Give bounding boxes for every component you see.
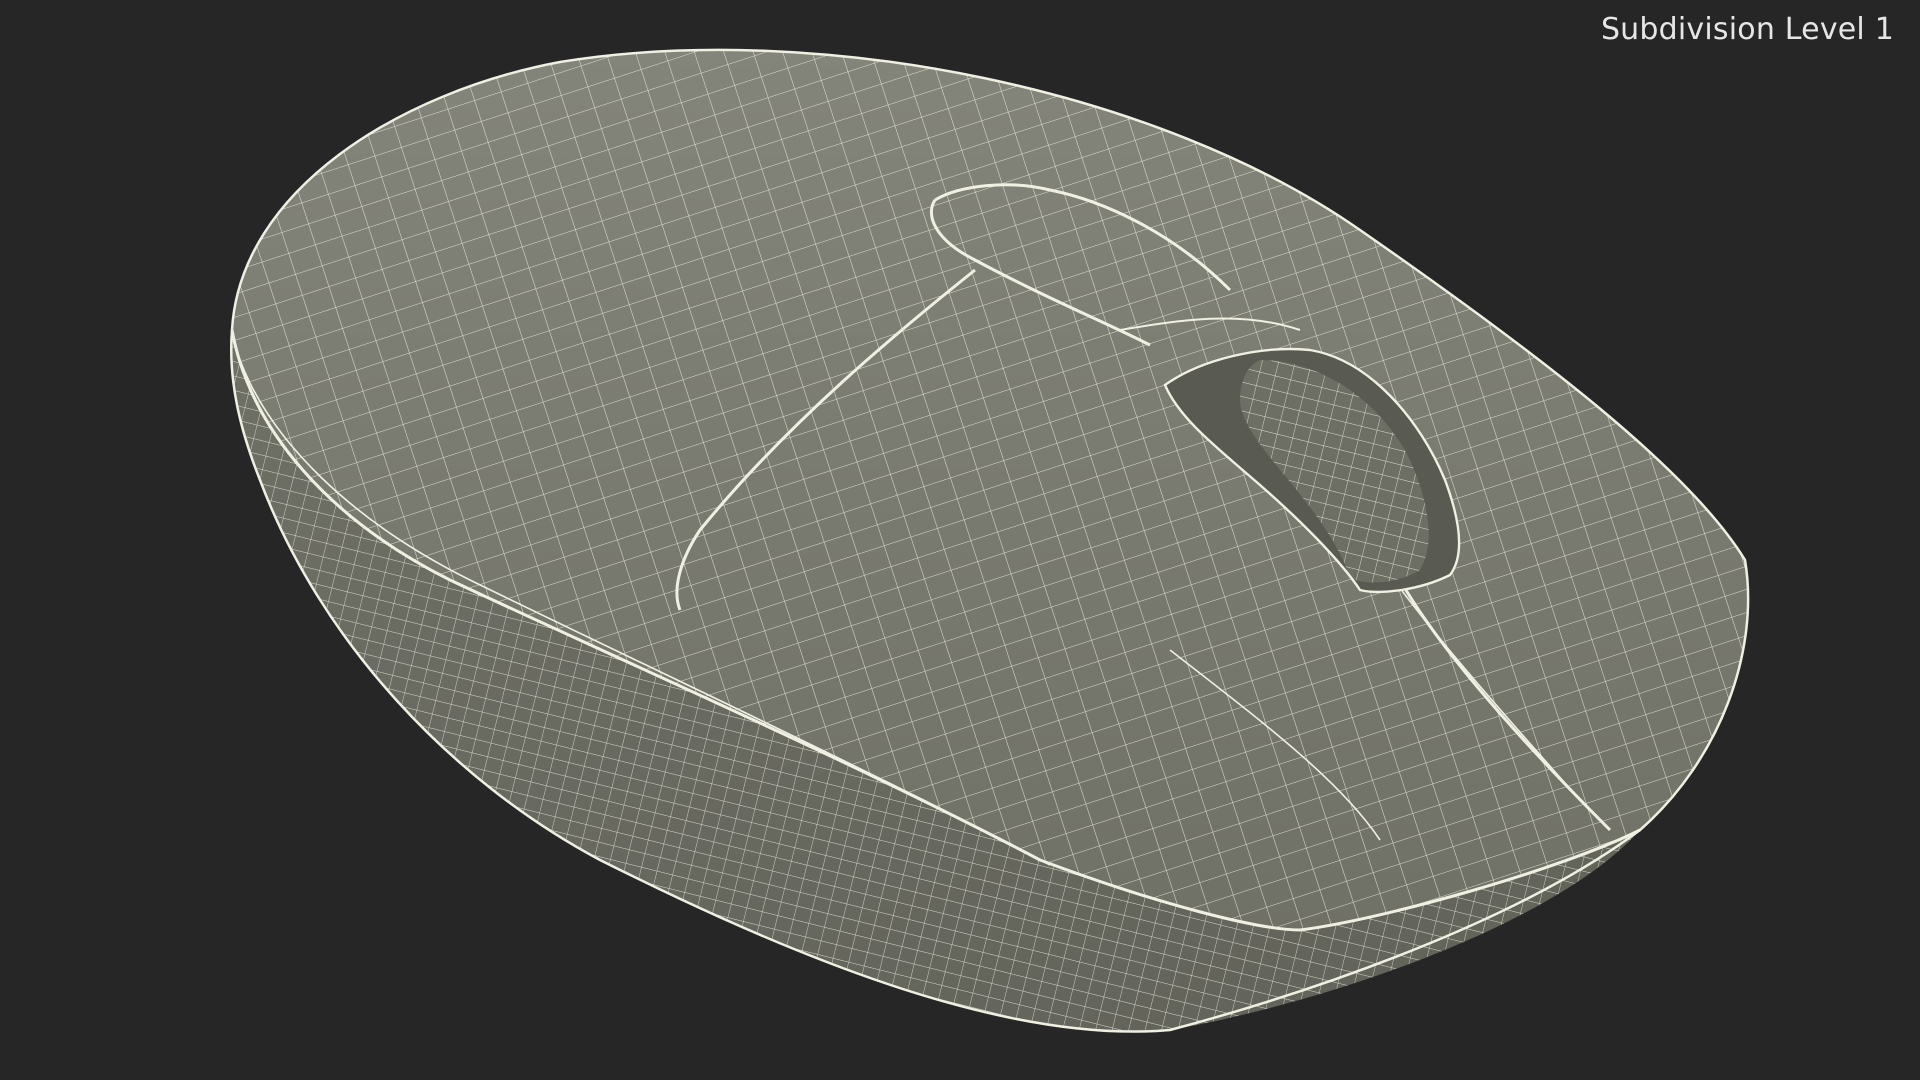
wireframe-mouse-model xyxy=(230,48,1750,1033)
viewport[interactable]: Subdivision Level 1 xyxy=(0,0,1920,1080)
subdivision-level-label: Subdivision Level 1 xyxy=(1600,12,1894,47)
